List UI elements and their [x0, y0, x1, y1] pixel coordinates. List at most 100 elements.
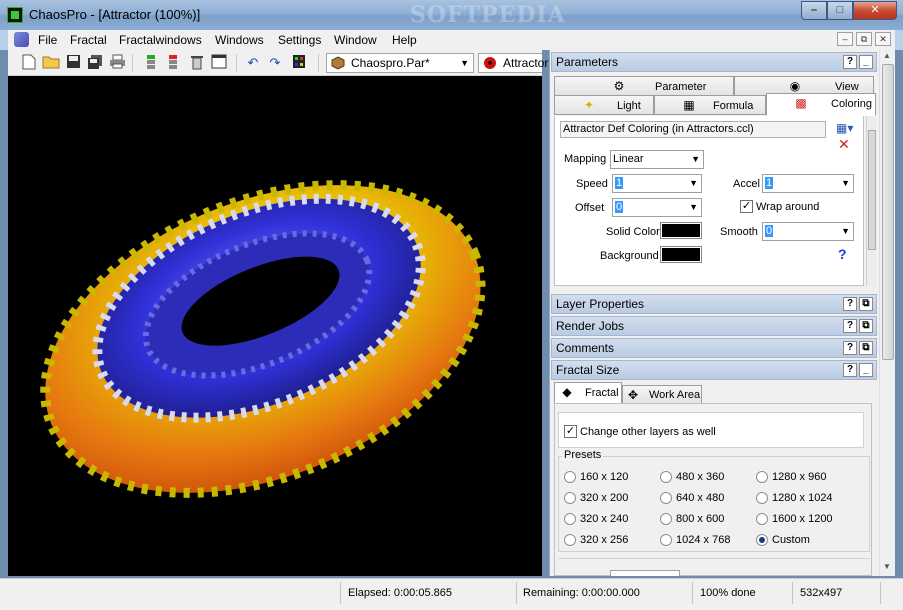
- menu-window[interactable]: Window: [334, 33, 377, 47]
- tab-fractal[interactable]: ◆ Fractal: [554, 382, 622, 404]
- mdi-restore-button[interactable]: ⧉: [856, 32, 872, 46]
- app-icon: [7, 7, 23, 23]
- layer-remove-icon[interactable]: [164, 54, 182, 72]
- chevron-down-icon: ▼: [841, 226, 850, 236]
- light-icon: ✦: [583, 98, 595, 112]
- parameter-file-select[interactable]: Chaospro.Par* ▼: [326, 53, 474, 73]
- preset-160x120-radio[interactable]: [564, 471, 576, 483]
- help-button[interactable]: ?: [843, 319, 857, 333]
- background-color-swatch[interactable]: [660, 246, 702, 263]
- delete-icon[interactable]: [188, 54, 206, 72]
- box-icon: [331, 56, 345, 70]
- elapsed-status: Elapsed: 0:00:05.865: [348, 587, 452, 599]
- undo-icon[interactable]: ↶: [244, 54, 262, 72]
- presets-label: Presets: [562, 449, 604, 461]
- fractal-select[interactable]: Attractor: [478, 53, 548, 73]
- smooth-label: Smooth: [720, 226, 758, 238]
- parameters-panel: Parameters ? _ ⚙ Parameter ◉ View ✦ Light…: [549, 50, 879, 576]
- minimize-section-button[interactable]: _: [859, 363, 873, 377]
- window-icon[interactable]: [210, 54, 228, 72]
- mdi-minimize-button[interactable]: –: [837, 32, 853, 46]
- layer-properties-header[interactable]: Layer Properties ? ⧉: [551, 294, 877, 314]
- preset-1280x960-radio[interactable]: [756, 471, 768, 483]
- save-icon[interactable]: [64, 54, 82, 72]
- help-icon[interactable]: ?: [838, 246, 847, 262]
- tab-light[interactable]: ✦ Light: [554, 95, 654, 115]
- speed-label: Speed: [576, 178, 608, 190]
- parameters-header[interactable]: Parameters ? _: [551, 52, 877, 72]
- change-other-layers-checkbox[interactable]: ✓: [564, 425, 577, 438]
- preset-1024x768-radio[interactable]: [660, 534, 672, 546]
- close-button[interactable]: ✕: [853, 1, 897, 20]
- parameters-scroll-thumb[interactable]: [868, 130, 876, 250]
- menu-file[interactable]: File: [38, 33, 57, 47]
- mdi-close-button[interactable]: ✕: [875, 32, 891, 46]
- help-button[interactable]: ?: [843, 55, 857, 69]
- progress-status: 100% done: [700, 587, 756, 599]
- menu-windows[interactable]: Windows: [215, 33, 264, 47]
- accel-value: 1: [765, 177, 774, 189]
- coloring-browse-icon[interactable]: ▦▾: [836, 121, 858, 137]
- print-icon[interactable]: [108, 54, 126, 72]
- remove-coloring-icon[interactable]: ✕: [838, 136, 850, 153]
- restore-section-button[interactable]: ⧉: [859, 341, 873, 355]
- help-button[interactable]: ?: [843, 341, 857, 355]
- smooth-select[interactable]: 0 ▼: [762, 222, 854, 241]
- maximize-button[interactable]: □: [827, 1, 853, 20]
- preset-800x600-radio[interactable]: [660, 513, 672, 525]
- minimize-button[interactable]: –: [801, 1, 827, 20]
- tab-parameter[interactable]: ⚙ Parameter: [554, 76, 734, 96]
- layer-add-icon[interactable]: [142, 54, 160, 72]
- panel-scroll-thumb[interactable]: [882, 64, 894, 360]
- coloring-name-field[interactable]: Attractor Def Coloring (in Attractors.cc…: [560, 121, 826, 138]
- chevron-down-icon: ▼: [689, 178, 698, 188]
- new-file-icon[interactable]: [20, 54, 38, 72]
- document-icon[interactable]: [14, 32, 29, 47]
- minimize-section-button[interactable]: _: [859, 55, 873, 69]
- speed-select[interactable]: 1 ▼: [612, 174, 702, 193]
- fractal-size-header[interactable]: Fractal Size ? _: [551, 360, 877, 380]
- title-bar: ChaosPro - [Attractor (100%)] SOFTPEDIA …: [0, 0, 903, 30]
- redo-icon[interactable]: ↷: [266, 54, 284, 72]
- preset-640x480-radio[interactable]: [660, 492, 672, 504]
- fractal-canvas[interactable]: [8, 76, 542, 576]
- scroll-up-icon[interactable]: ▲: [883, 51, 891, 60]
- panel-scrollbar[interactable]: ▲ ▼: [879, 50, 895, 576]
- scroll-down-icon[interactable]: ▼: [883, 562, 891, 571]
- preset-320x256-radio[interactable]: [564, 534, 576, 546]
- menu-fractal[interactable]: Fractal: [70, 33, 107, 47]
- solid-color-swatch[interactable]: [660, 222, 702, 239]
- preset-custom-radio[interactable]: [756, 534, 768, 546]
- custom-width-input[interactable]: [610, 570, 680, 576]
- help-button[interactable]: ?: [843, 363, 857, 377]
- tab-work-area[interactable]: ✥ Work Area: [622, 385, 702, 404]
- restore-section-button[interactable]: ⧉: [859, 297, 873, 311]
- accel-select[interactable]: 1 ▼: [762, 174, 854, 193]
- menu-help[interactable]: Help: [392, 33, 417, 47]
- film-icon[interactable]: [290, 54, 308, 72]
- preset-320x240-radio[interactable]: [564, 513, 576, 525]
- preset-480x360-radio[interactable]: [660, 471, 672, 483]
- wrap-around-checkbox[interactable]: ✓: [740, 200, 753, 213]
- render-jobs-header[interactable]: Render Jobs ? ⧉: [551, 316, 877, 336]
- parameters-scrollbar[interactable]: [866, 116, 876, 286]
- menu-fractalwindows[interactable]: Fractalwindows: [119, 33, 202, 47]
- save-all-icon[interactable]: [86, 54, 104, 72]
- help-button[interactable]: ?: [843, 297, 857, 311]
- offset-select[interactable]: 0 ▼: [612, 198, 702, 217]
- image-size-status: 532x497: [800, 587, 843, 599]
- parameter-icon: ⚙: [613, 79, 625, 93]
- preset-320x200-radio[interactable]: [564, 492, 576, 504]
- preset-1280x1024-radio[interactable]: [756, 492, 768, 504]
- open-folder-icon[interactable]: [42, 54, 60, 72]
- attractor-torus-image: [40, 180, 486, 498]
- mapping-select[interactable]: Linear ▼: [610, 150, 704, 169]
- tab-coloring[interactable]: ▩ Coloring: [766, 93, 876, 116]
- offset-label: Offset: [575, 202, 605, 214]
- formula-icon: ▦: [683, 98, 695, 112]
- restore-section-button[interactable]: ⧉: [859, 319, 873, 333]
- comments-header[interactable]: Comments ? ⧉: [551, 338, 877, 358]
- preset-1600x1200-radio[interactable]: [756, 513, 768, 525]
- menu-settings[interactable]: Settings: [278, 33, 321, 47]
- tab-formula[interactable]: ▦ Formula: [654, 95, 766, 115]
